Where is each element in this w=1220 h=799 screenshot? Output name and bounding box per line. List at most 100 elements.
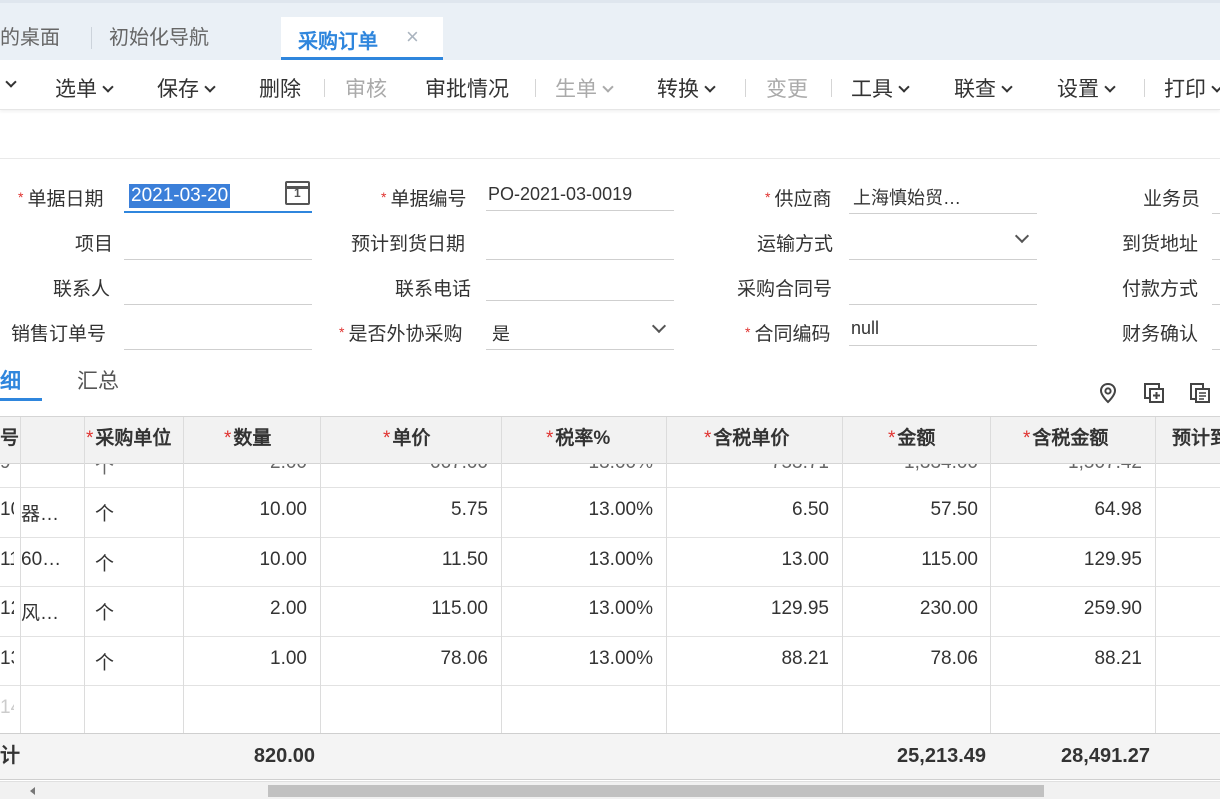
payment-field[interactable] <box>1212 304 1220 305</box>
required-mark: * <box>765 189 771 205</box>
col-eta-header[interactable]: 预计到 <box>1172 417 1220 464</box>
sales-order-field[interactable] <box>124 349 312 350</box>
generate-button[interactable]: 生单 <box>555 73 614 103</box>
supplier-field[interactable]: 上海慎始贸… <box>853 184 961 210</box>
tab-summary[interactable]: 汇总 <box>77 365 119 395</box>
change-button[interactable]: 变更 <box>766 73 808 103</box>
calendar-icon[interactable]: 1 <box>284 181 310 205</box>
doc-date-field[interactable]: 2021-03-20 <box>129 184 231 208</box>
tab-detail[interactable]: 细 <box>0 365 21 395</box>
cell-tax-rate[interactable]: 13.00% <box>501 499 653 521</box>
col-tax-price-header[interactable]: * 含税单价 <box>704 417 842 464</box>
cell-tax-rate[interactable]: 13.00% <box>501 549 653 571</box>
delete-button[interactable]: 删除 <box>259 73 301 103</box>
cell-price[interactable]: 11.50 <box>320 549 488 571</box>
select-button[interactable]: 选单 <box>55 73 114 103</box>
save-button[interactable]: 保存 <box>157 73 216 103</box>
project-field[interactable] <box>124 259 312 260</box>
contact-field[interactable] <box>124 304 312 305</box>
finance-confirm-field[interactable] <box>1212 349 1220 350</box>
cell-tax-rate[interactable]: 13.00% <box>501 598 653 620</box>
cell-no[interactable]: 14 <box>0 697 14 719</box>
audit-button[interactable]: 审核 <box>345 73 387 103</box>
contract-code-field[interactable]: null <box>851 318 879 339</box>
toolbar-divider <box>324 79 325 97</box>
cell-tax-amount[interactable]: 259.90 <box>990 598 1142 620</box>
col-tax-amount-header[interactable]: * 含税金额 <box>1023 417 1155 464</box>
toolbar-divider <box>1144 79 1145 97</box>
col-price-header[interactable]: * 单价 <box>383 417 501 464</box>
cell-tax-rate[interactable]: 13.00% <box>501 648 653 670</box>
tab-init-nav[interactable]: 初始化导航 <box>109 21 209 50</box>
doc-no-field[interactable]: PO-2021-03-0019 <box>488 184 632 205</box>
copy-row-icon[interactable] <box>1189 382 1211 404</box>
contract-code-label-text: 合同编码 <box>754 324 831 345</box>
cell-price[interactable]: 115.00 <box>320 598 488 620</box>
add-row-icon[interactable] <box>1143 382 1165 404</box>
column-divider <box>20 417 21 733</box>
col-amount-header[interactable]: * 金额 <box>888 417 990 464</box>
chevron-down-icon[interactable] <box>651 318 667 334</box>
phone-field[interactable] <box>486 300 674 301</box>
cell-qty[interactable]: 1.00 <box>183 648 307 670</box>
col-unit-header[interactable]: * 采购单位 <box>86 417 183 464</box>
settings-button[interactable]: 设置 <box>1057 73 1116 103</box>
column-divider <box>183 417 184 733</box>
cell-tax-price[interactable]: 6.50 <box>666 499 829 521</box>
cell-tax-price[interactable]: 88.21 <box>666 648 829 670</box>
scroll-left-icon[interactable] <box>30 787 35 795</box>
cell-unit[interactable]: 个 <box>95 648 175 675</box>
cell-tax-amount[interactable]: 88.21 <box>990 648 1142 670</box>
total-qty: 820.00 <box>253 745 315 767</box>
col-qty-header[interactable]: * 数量 <box>224 417 320 464</box>
tab-purchase-order-label: 采购订单 <box>298 31 378 53</box>
location-icon[interactable] <box>1097 382 1119 404</box>
cell-amount[interactable]: 57.50 <box>842 499 978 521</box>
cell-tax-amount[interactable]: 129.95 <box>990 549 1142 571</box>
cell-item-name[interactable]: 风… <box>21 598 83 625</box>
cell-amount[interactable]: 78.06 <box>842 648 978 670</box>
cell-unit[interactable]: 个 <box>95 549 175 576</box>
cell-price[interactable]: 5.75 <box>320 499 488 521</box>
scrollbar-thumb[interactable] <box>268 785 1044 797</box>
close-icon[interactable]: × <box>406 24 419 50</box>
print-button[interactable]: 打印 <box>1164 73 1220 103</box>
cell-qty[interactable]: 10.00 <box>183 499 307 521</box>
outsource-select[interactable]: 是 <box>492 320 510 346</box>
cell-qty: 2.00 <box>183 464 307 474</box>
required-mark: * <box>339 324 345 340</box>
query-button[interactable]: 联查 <box>954 73 1013 103</box>
col-no-header[interactable]: 号 <box>0 417 20 464</box>
cell-item-name[interactable]: 器… <box>21 499 83 526</box>
col-tax-rate-header[interactable]: * 税率% <box>546 417 666 464</box>
eta-field[interactable] <box>486 259 674 260</box>
cell-no[interactable]: 12 <box>0 598 14 620</box>
toolbar-more-menu[interactable] <box>0 73 17 97</box>
cell-price[interactable]: 78.06 <box>320 648 488 670</box>
tools-button[interactable]: 工具 <box>851 73 910 103</box>
horizontal-scrollbar[interactable] <box>0 781 1220 799</box>
cell-amount[interactable]: 230.00 <box>842 598 978 620</box>
cell-item-name[interactable]: 60… <box>21 549 83 571</box>
delivery-address-field[interactable] <box>1212 259 1220 260</box>
convert-button[interactable]: 转换 <box>657 73 716 103</box>
cell-qty[interactable]: 10.00 <box>183 549 307 571</box>
approval-button[interactable]: 审批情况 <box>425 73 509 103</box>
transport-label: 运输方式 <box>757 234 834 255</box>
chevron-down-icon[interactable] <box>1014 228 1030 244</box>
cell-qty[interactable]: 2.00 <box>183 598 307 620</box>
cell-tax-price[interactable]: 129.95 <box>666 598 829 620</box>
cell-amount[interactable]: 115.00 <box>842 549 978 571</box>
cell-tax-price[interactable]: 13.00 <box>666 549 829 571</box>
chevron-down-icon <box>898 81 910 93</box>
cell-unit[interactable]: 个 <box>95 598 175 625</box>
contract-no-field[interactable] <box>849 304 1037 305</box>
cell-no[interactable]: 10 <box>0 499 14 521</box>
cell-unit[interactable]: 个 <box>95 499 175 526</box>
tab-purchase-order[interactable]: 采购订单 × <box>281 17 443 60</box>
cell-no[interactable]: 13 <box>0 648 14 670</box>
tab-desktop[interactable]: 的桌面 <box>0 21 60 50</box>
cell-tax-amount[interactable]: 64.98 <box>990 499 1142 521</box>
transport-select[interactable] <box>849 259 1037 260</box>
cell-no[interactable]: 11 <box>0 549 14 571</box>
